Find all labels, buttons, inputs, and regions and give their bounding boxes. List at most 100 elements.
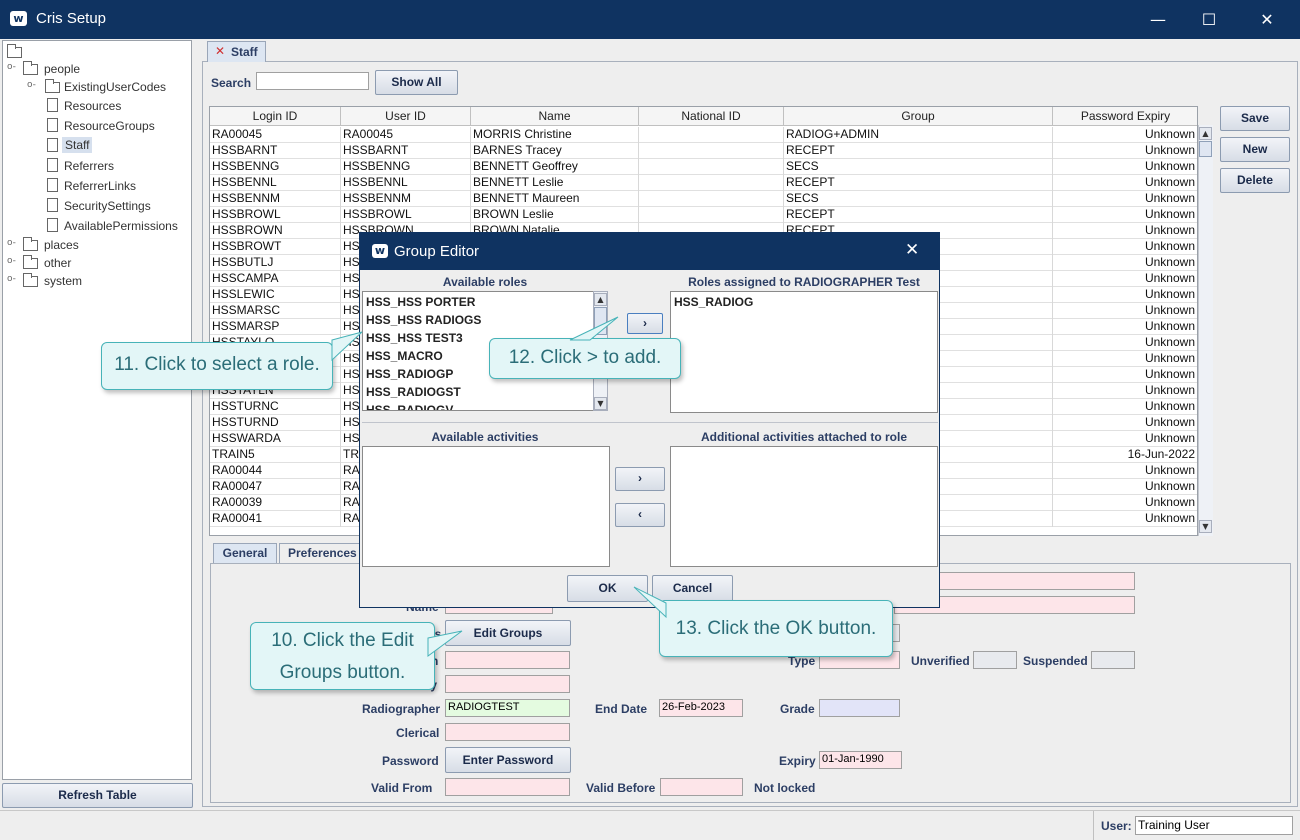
minimize-button[interactable]: — [1135, 0, 1181, 39]
secretary-field[interactable] [445, 675, 570, 693]
tree-item-referrers[interactable]: Referrers [64, 159, 114, 173]
role-item[interactable]: HSS_MACRO [366, 349, 443, 363]
dialog-title-bar: w Group Editor ✕ [360, 233, 939, 270]
table-scrollbar[interactable] [1198, 125, 1213, 536]
expand-handle-icon[interactable]: o- [7, 238, 16, 248]
radiographer-field[interactable]: RADIOGTEST [445, 699, 570, 717]
search-input[interactable] [256, 72, 369, 90]
table-cell: Unknown [1053, 143, 1197, 159]
detail-tab-general[interactable]: General [213, 543, 277, 564]
valid-from-label: Valid From [371, 781, 433, 795]
valid-from-field[interactable] [445, 778, 570, 796]
scroll-up-icon[interactable]: ▲ [1199, 127, 1212, 140]
tree-item-staff[interactable]: Staff [62, 137, 93, 153]
table-cell: Unknown [1053, 351, 1197, 367]
unverified-field[interactable] [973, 651, 1017, 669]
table-row[interactable]: HSSBARNT HSSBARNT BARNES Tracey RECEPT Unkno… [210, 143, 1197, 159]
tree-item-availablepermissions[interactable]: AvailablePermissions [64, 219, 178, 233]
table-row[interactable]: HSSBENNM HSSBENNM BENNETT Maureen SECS Unkno… [210, 191, 1197, 207]
table-cell: HSSBENNL [341, 175, 471, 191]
maximize-button[interactable]: ☐ [1186, 0, 1232, 39]
available-activities-list[interactable] [362, 446, 610, 567]
remove-activity-button[interactable]: ‹ [615, 503, 665, 527]
role-item[interactable]: HSS_HSS RADIOGS [366, 313, 481, 327]
save-button[interactable]: Save [1220, 106, 1290, 131]
callout-pointer-10 [427, 630, 463, 657]
root-folder-icon[interactable] [7, 44, 22, 58]
end-date-field[interactable]: 26-Feb-2023 [659, 699, 743, 717]
document-icon [47, 98, 58, 112]
table-cell: HSSTURNC [210, 399, 341, 415]
delete-button[interactable]: Delete [1220, 168, 1290, 193]
enter-password-button[interactable]: Enter Password [445, 747, 571, 773]
new-button[interactable]: New [1220, 137, 1290, 162]
column-header-group[interactable]: Group [784, 107, 1053, 126]
suspended-field[interactable] [1091, 651, 1135, 669]
add-role-button[interactable]: › [627, 313, 663, 334]
tree-item-existingusercodes[interactable]: ExistingUserCodes [64, 80, 166, 94]
expand-handle-icon[interactable]: o- [7, 62, 16, 72]
table-row[interactable]: HSSBENNG HSSBENNG BENNETT Geoffrey SECS Unkn… [210, 159, 1197, 175]
table-cell: Unknown [1053, 479, 1197, 495]
tree-item-referrerlinks[interactable]: ReferrerLinks [64, 179, 136, 193]
tree-item-places[interactable]: places [44, 238, 79, 252]
role-item[interactable]: HSS_RADIOGV [366, 403, 453, 410]
document-icon [47, 158, 58, 172]
tree-item-securitysettings[interactable]: SecuritySettings [64, 199, 151, 213]
assigned-role-item[interactable]: HSS_RADIOG [674, 295, 753, 309]
scroll-down-icon[interactable]: ▼ [1199, 520, 1212, 533]
role-item[interactable]: HSS_HSS PORTER [366, 295, 475, 309]
table-cell: Unknown [1053, 303, 1197, 319]
app-logo-icon: w [10, 11, 27, 26]
callout-step-10: 10. Click the Edit Groups button. [250, 622, 435, 690]
callout-pointer-13 [633, 586, 667, 619]
clerical-field[interactable] [445, 723, 570, 741]
additional-activities-list[interactable] [670, 446, 938, 567]
roles-scroll-down-icon[interactable]: ▼ [594, 397, 607, 410]
close-tab-icon[interactable]: ✕ [215, 44, 225, 58]
assigned-roles-list: HSS_RADIOG [670, 291, 938, 413]
tab-staff[interactable]: ✕ Staff [207, 41, 266, 62]
dialog-close-button[interactable]: ✕ [905, 240, 919, 260]
expiry-field[interactable]: 01-Jan-1990 [819, 751, 902, 769]
role-item[interactable]: HSS_RADIOGST [366, 385, 461, 399]
table-cell: Unknown [1053, 431, 1197, 447]
tree-item-resources[interactable]: Resources [64, 99, 121, 113]
scroll-thumb[interactable] [1199, 141, 1212, 157]
document-icon [47, 198, 58, 212]
table-cell: HSSBARNT [341, 143, 471, 159]
close-button[interactable]: ✕ [1244, 0, 1290, 39]
table-cell: SECS [784, 191, 1053, 207]
grade-field[interactable] [819, 699, 900, 717]
table-row[interactable]: HSSBENNL HSSBENNL BENNETT Leslie RECEPT Unkn… [210, 175, 1197, 191]
valid-before-field[interactable] [660, 778, 743, 796]
tree-item-system[interactable]: system [44, 274, 82, 288]
title-bar: w Cris Setup — ☐ ✕ [0, 0, 1300, 39]
expand-handle-icon[interactable]: o- [27, 80, 36, 90]
user-field: Training User [1135, 816, 1293, 835]
assigned-roles-heading: Roles assigned to RADIOGRAPHER Test [688, 275, 920, 289]
roles-scroll-up-icon[interactable]: ▲ [594, 293, 607, 306]
column-header-password-expiry[interactable]: Password Expiry [1053, 107, 1197, 126]
column-header-national-id[interactable]: National ID [639, 107, 784, 126]
folder-icon [23, 237, 38, 251]
refresh-table-button[interactable]: Refresh Table [2, 783, 193, 808]
tree-item-resourcegroups[interactable]: ResourceGroups [64, 119, 155, 133]
show-all-button[interactable]: Show All [375, 70, 458, 95]
table-row[interactable]: HSSBROWL HSSBROWL BROWN Leslie RECEPT Unknow… [210, 207, 1197, 223]
column-header-login-id[interactable]: Login ID [210, 107, 341, 126]
expand-handle-icon[interactable]: o- [7, 256, 16, 266]
column-header-name[interactable]: Name [471, 107, 639, 126]
table-row[interactable]: RA00045 RA00045 MORRIS Christine RADIOG+ADM… [210, 127, 1197, 143]
table-cell: Unknown [1053, 239, 1197, 255]
detail-tab-preferences[interactable]: Preferences [279, 543, 363, 564]
add-activity-button[interactable]: › [615, 467, 665, 491]
role-item[interactable]: HSS_RADIOGP [366, 367, 453, 381]
role-item[interactable]: HSS_HSS TEST3 [366, 331, 463, 345]
folder-icon [23, 61, 38, 75]
dialog-title: Group Editor [394, 243, 480, 260]
expand-handle-icon[interactable]: o- [7, 274, 16, 284]
column-header-user-id[interactable]: User ID [341, 107, 471, 126]
tree-item-other[interactable]: other [44, 256, 71, 270]
tree-item-people[interactable]: people [44, 62, 80, 76]
